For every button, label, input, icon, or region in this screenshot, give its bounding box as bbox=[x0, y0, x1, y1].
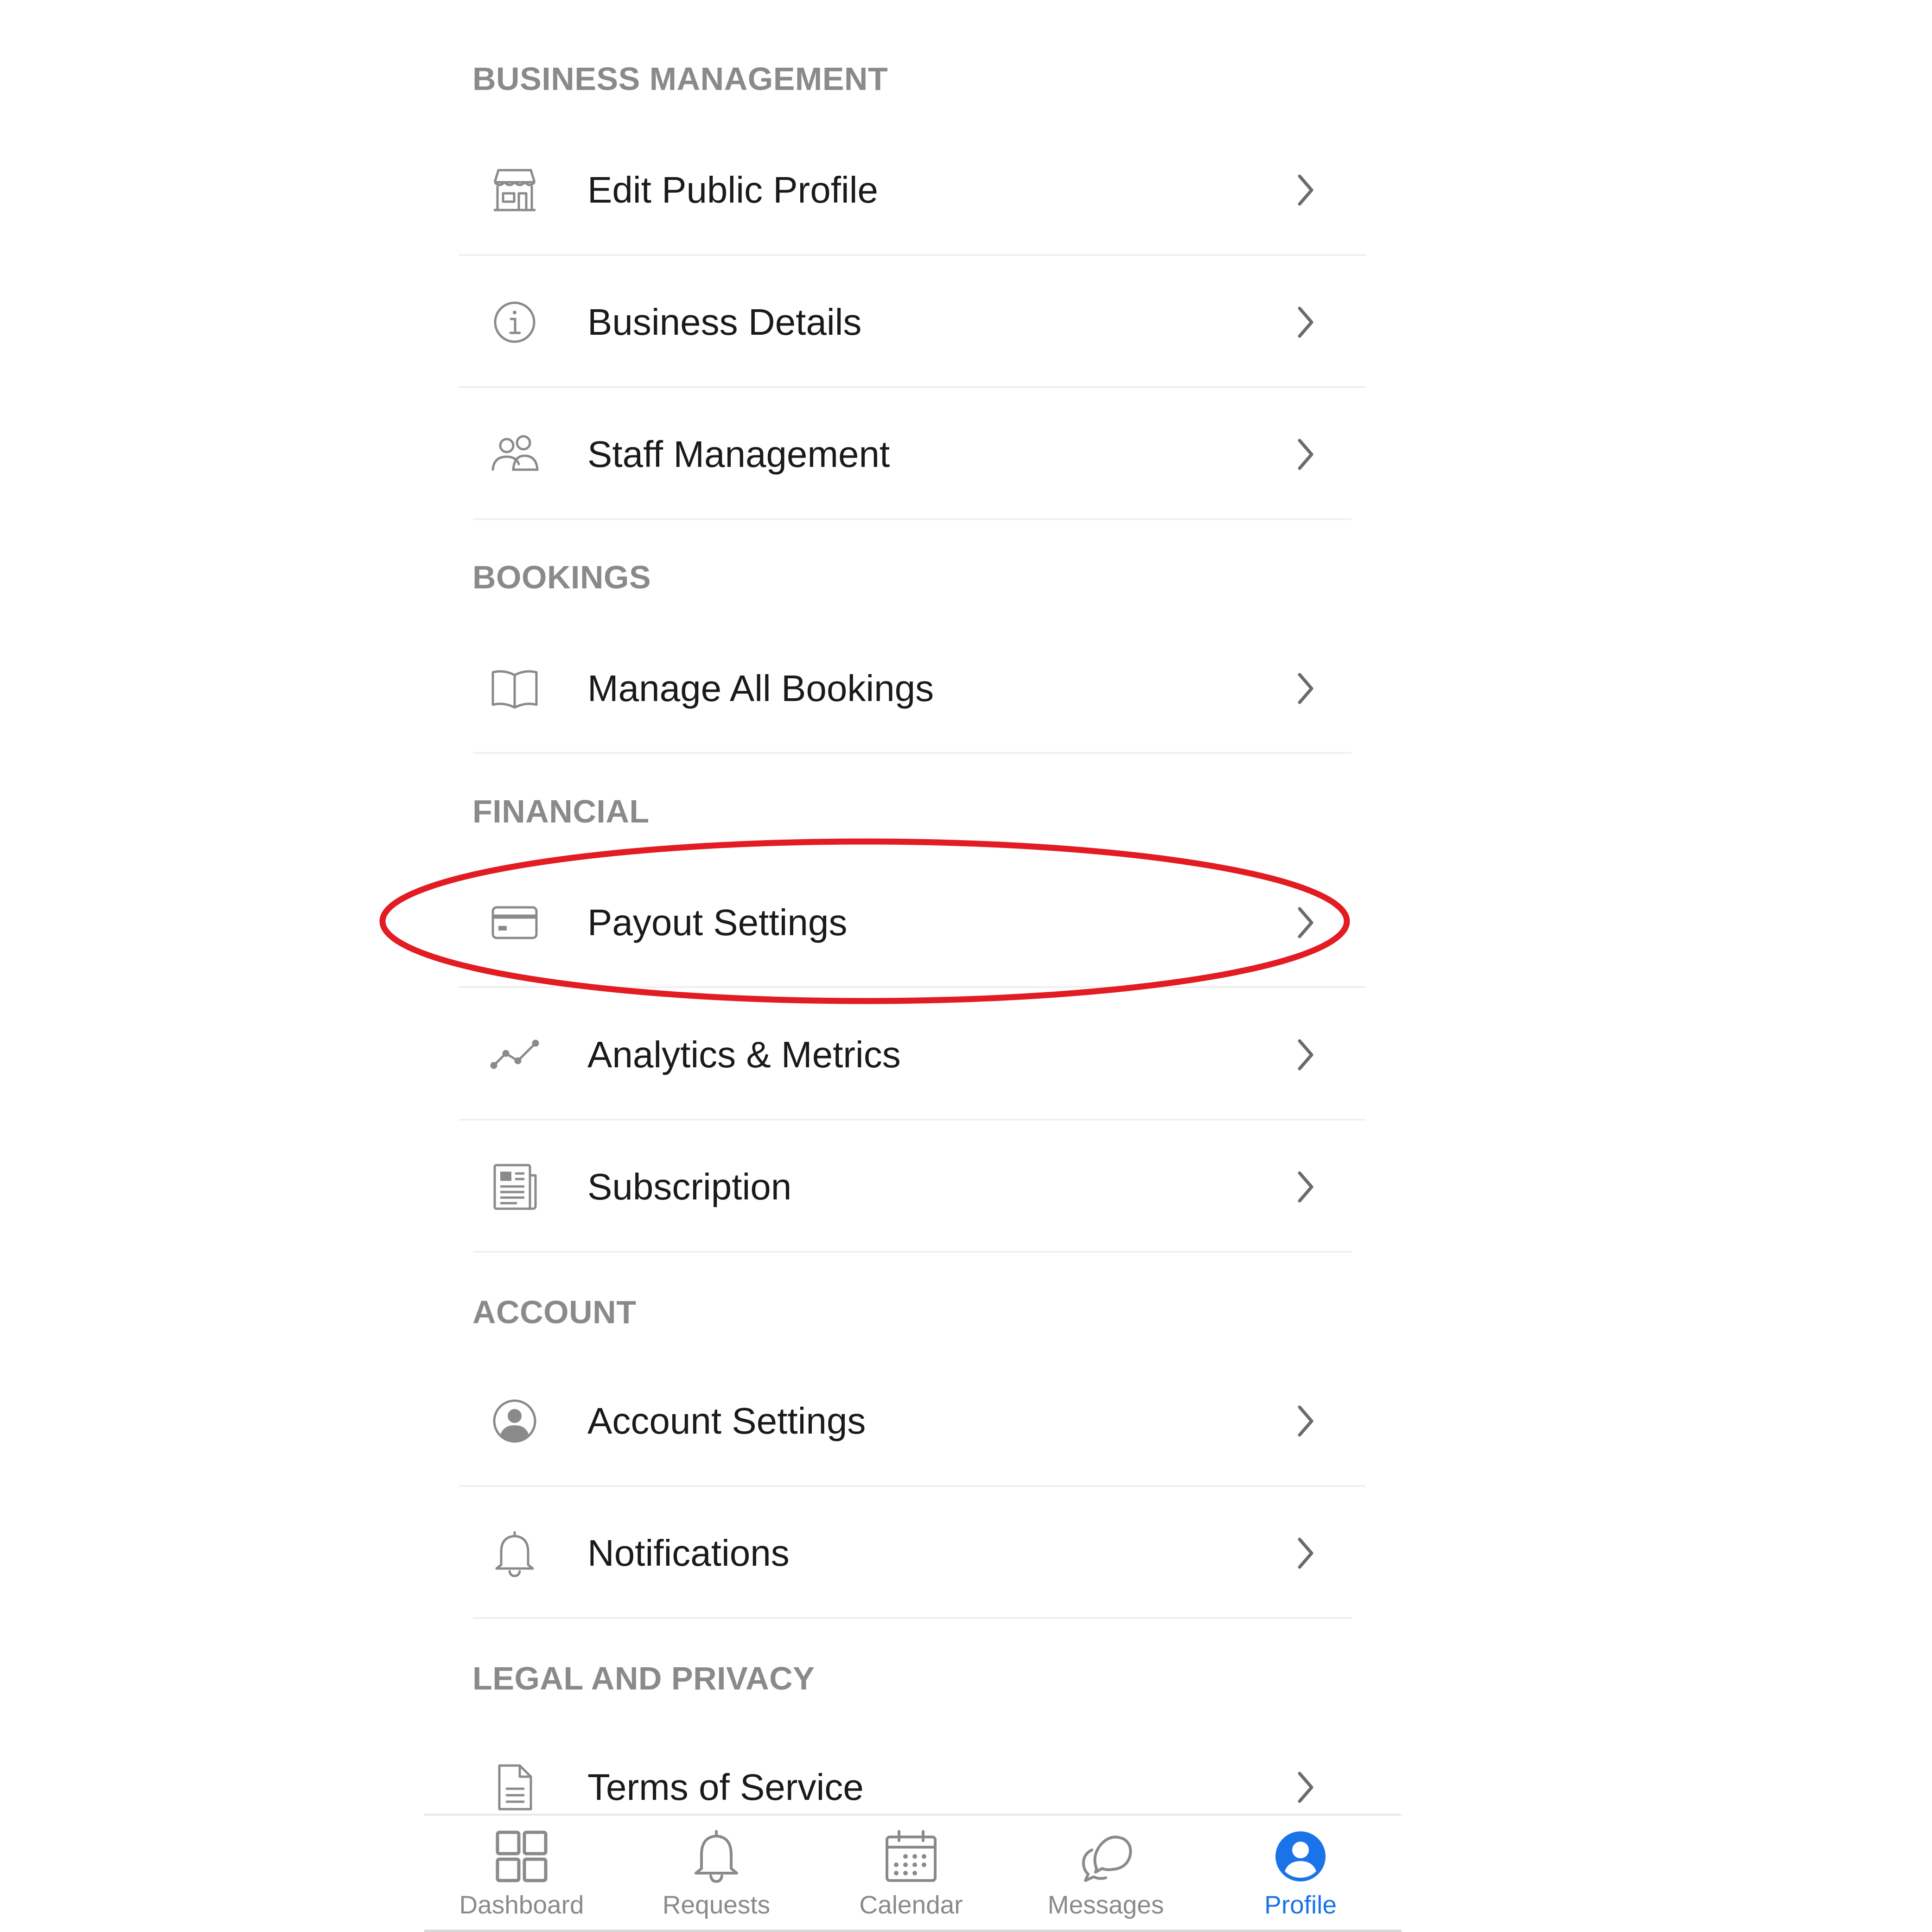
menu-item-edit-public-profile[interactable]: Edit Public Profile bbox=[424, 144, 1365, 236]
newspaper-icon bbox=[489, 1161, 540, 1212]
menu-item-subscription[interactable]: Subscription bbox=[424, 1141, 1365, 1233]
menu-item-notifications[interactable]: Notifications bbox=[424, 1507, 1365, 1600]
divider bbox=[459, 986, 1365, 988]
menu-item-label: Manage All Bookings bbox=[587, 668, 934, 709]
divider bbox=[473, 752, 1352, 754]
chevron-right-icon bbox=[1291, 172, 1319, 209]
bottom-tab-bar: Dashboard Requests Calendar Messages Pro… bbox=[424, 1814, 1402, 1932]
menu-item-label: Analytics & Metrics bbox=[587, 1034, 901, 1075]
divider bbox=[459, 1485, 1365, 1487]
divider bbox=[459, 254, 1365, 256]
info-icon bbox=[489, 297, 540, 348]
chevron-right-icon bbox=[1291, 304, 1319, 341]
tab-label: Requests bbox=[662, 1890, 771, 1919]
line-chart-icon bbox=[489, 1029, 540, 1080]
people-icon bbox=[489, 429, 540, 480]
user-circle-icon bbox=[489, 1396, 540, 1447]
tab-calendar[interactable]: Calendar bbox=[814, 1816, 1008, 1932]
chevron-right-icon bbox=[1291, 436, 1319, 473]
menu-item-staff-management[interactable]: Staff Management bbox=[424, 408, 1365, 501]
tab-bar-bottom-edge bbox=[424, 1930, 1402, 1932]
menu-item-account-settings[interactable]: Account Settings bbox=[424, 1375, 1365, 1467]
tab-label: Messages bbox=[1047, 1890, 1164, 1919]
document-icon bbox=[489, 1762, 540, 1813]
section-header-financial: FINANCIAL bbox=[472, 793, 650, 829]
chevron-right-icon bbox=[1291, 670, 1319, 707]
divider bbox=[473, 518, 1352, 520]
tab-dashboard[interactable]: Dashboard bbox=[424, 1816, 619, 1932]
tab-label: Calendar bbox=[859, 1890, 963, 1919]
menu-item-label: Staff Management bbox=[587, 434, 890, 475]
chevron-right-icon bbox=[1291, 1168, 1319, 1205]
tab-profile[interactable]: Profile bbox=[1203, 1816, 1398, 1932]
menu-item-payout-settings[interactable]: Payout Settings bbox=[424, 876, 1365, 969]
menu-item-label: Notifications bbox=[587, 1532, 790, 1574]
tab-messages[interactable]: Messages bbox=[1008, 1816, 1203, 1932]
chevron-right-icon bbox=[1291, 1403, 1319, 1440]
tab-label: Dashboard bbox=[459, 1890, 584, 1919]
chevron-right-icon bbox=[1291, 1769, 1319, 1806]
divider bbox=[473, 1251, 1352, 1253]
chevron-right-icon bbox=[1291, 1535, 1319, 1572]
calendar-icon bbox=[883, 1829, 939, 1884]
section-header-account: ACCOUNT bbox=[472, 1294, 637, 1330]
tab-requests[interactable]: Requests bbox=[619, 1816, 814, 1932]
section-header-business-management: BUSINESS MANAGEMENT bbox=[472, 61, 888, 97]
menu-item-label: Business Details bbox=[587, 301, 862, 343]
menu-item-analytics-metrics[interactable]: Analytics & Metrics bbox=[424, 1008, 1365, 1101]
chevron-right-icon bbox=[1291, 1036, 1319, 1073]
bell-icon bbox=[489, 1528, 540, 1579]
section-header-legal-and-privacy: LEGAL AND PRIVACY bbox=[472, 1660, 815, 1696]
section-header-bookings: BOOKINGS bbox=[472, 559, 651, 595]
profile-settings-screen: BUSINESS MANAGEMENT Edit Public Profile bbox=[424, 0, 1402, 1932]
divider bbox=[473, 1617, 1352, 1619]
menu-item-business-details[interactable]: Business Details bbox=[424, 276, 1365, 369]
divider bbox=[459, 386, 1365, 388]
bell-icon bbox=[689, 1829, 744, 1884]
menu-item-label: Account Settings bbox=[587, 1400, 866, 1441]
book-open-icon bbox=[489, 663, 540, 714]
menu-item-manage-all-bookings[interactable]: Manage All Bookings bbox=[424, 642, 1365, 735]
chevron-right-icon bbox=[1291, 904, 1319, 941]
grid-icon bbox=[494, 1829, 549, 1884]
storefront-icon bbox=[489, 165, 540, 216]
credit-card-icon bbox=[489, 897, 540, 948]
menu-item-label: Payout Settings bbox=[587, 902, 848, 943]
menu-item-label: Subscription bbox=[587, 1166, 792, 1207]
user-profile-icon bbox=[1273, 1829, 1328, 1884]
divider bbox=[459, 1119, 1365, 1121]
menu-item-label: Edit Public Profile bbox=[587, 169, 878, 210]
chat-bubbles-icon bbox=[1078, 1829, 1134, 1884]
tab-label: Profile bbox=[1264, 1890, 1337, 1919]
